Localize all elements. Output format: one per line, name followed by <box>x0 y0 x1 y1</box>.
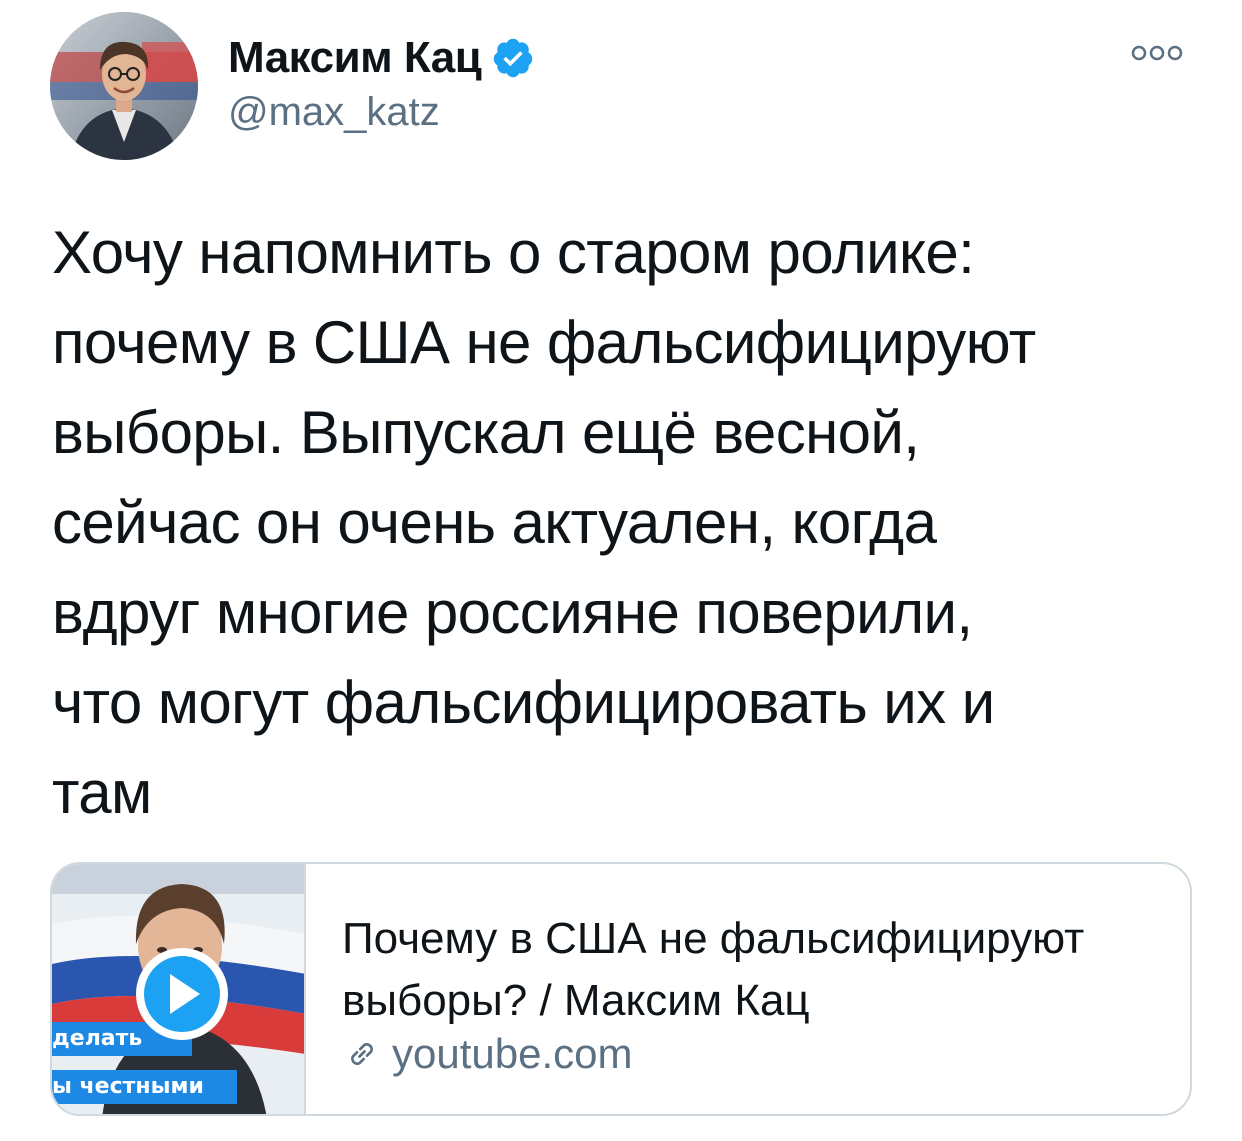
card-title[interactable]: Почему в США не фальсифицируют выборы? /… <box>342 908 1162 1032</box>
more-options-icon[interactable] <box>1127 38 1187 68</box>
verified-badge-icon <box>491 36 535 80</box>
link-icon <box>342 1034 382 1074</box>
author-handle[interactable]: @max_katz <box>228 90 440 135</box>
avatar[interactable] <box>50 12 198 160</box>
thumbnail-caption-1: делать <box>52 1026 143 1051</box>
thumbnail-caption-2: ы честными <box>52 1074 204 1099</box>
tweet-text: Хочу напомнить о старом ролике: почему в… <box>52 219 1036 826</box>
card-domain: youtube.com <box>392 1030 633 1077</box>
card-domain-row[interactable]: youtube.com <box>342 1028 632 1080</box>
author-name-row[interactable]: Максим Кац <box>228 30 535 86</box>
play-icon[interactable] <box>136 948 228 1040</box>
author-name[interactable]: Максим Кац <box>228 33 482 83</box>
card-thumbnail[interactable]: делать ы честными <box>52 864 306 1114</box>
link-preview-card[interactable]: делать ы честными Почему в США не фальси… <box>50 862 1192 1116</box>
